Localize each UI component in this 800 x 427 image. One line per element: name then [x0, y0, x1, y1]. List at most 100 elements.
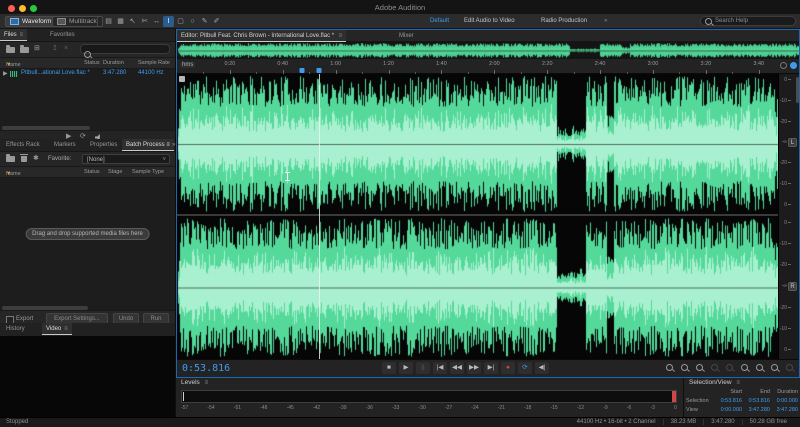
- playhead-line[interactable]: [319, 74, 320, 359]
- amplitude-ruler[interactable]: 0 -10 -20 -∞ -20 -10 0 0 -10 -20 -∞ -20 -10 0 L R: [778, 74, 799, 359]
- clip-indicator[interactable]: [672, 391, 676, 402]
- selview-value[interactable]: 0:00.000: [770, 397, 798, 406]
- wave-area-options-icon[interactable]: [179, 76, 185, 82]
- panel-menu-icon[interactable]: ≡: [339, 33, 343, 39]
- tab-files[interactable]: Files ≡: [0, 29, 28, 41]
- levels-scale: -57 -54 -51 -48 -45 -42 -39 -36 -33 -30 -27 -24 -21-…: [181, 405, 677, 411]
- selview-value[interactable]: 0:53.816: [714, 397, 742, 406]
- selview-value[interactable]: 0:53.816: [742, 397, 770, 406]
- ruler-tick-label: 0:20: [224, 61, 236, 67]
- batch-add-files-icon[interactable]: [6, 154, 15, 162]
- tab-favorites[interactable]: Favorites: [46, 29, 79, 41]
- show-spectral-icon[interactable]: ▦: [115, 16, 126, 27]
- fast-forward-button[interactable]: ▶▶: [467, 362, 481, 374]
- rewind-button[interactable]: ◀◀: [450, 362, 464, 374]
- channel-right-button[interactable]: R: [788, 282, 797, 291]
- lasso-selection-tool-icon[interactable]: ○: [187, 16, 198, 27]
- selview-value[interactable]: 3:47.280: [770, 406, 798, 415]
- levels-scale-label: 0: [674, 405, 677, 411]
- files-search-input[interactable]: [80, 44, 170, 58]
- marker-add-icon[interactable]: [790, 62, 797, 69]
- zoom-out-point-button[interactable]: [756, 364, 763, 371]
- zoom-navigator-icon[interactable]: [780, 62, 787, 69]
- batch-settings-icon[interactable]: ✱: [33, 154, 39, 164]
- selview-value[interactable]: 3:47.280: [742, 406, 770, 415]
- playhead-marker[interactable]: [316, 68, 322, 73]
- slip-tool-icon[interactable]: ↔: [151, 16, 162, 27]
- timeline-ruler[interactable]: 0:20 0:40 1:00 1:20 1:40 2:00 2:20 2:40 3:00 3:20…: [177, 59, 799, 74]
- db-label: 0: [779, 221, 800, 226]
- level-meter[interactable]: [181, 390, 677, 403]
- skip-to-cursor-button[interactable]: ◀|: [535, 362, 549, 374]
- channel-left-waveform[interactable]: [177, 74, 778, 214]
- skip-to-end-button[interactable]: ▶|: [484, 362, 498, 374]
- zoom-selection-button[interactable]: [771, 364, 778, 371]
- zoom-out-button[interactable]: [681, 364, 688, 371]
- batch-column-headers[interactable]: Name ▼ Status Stage Sample Type: [0, 167, 175, 178]
- zoom-in-point-button[interactable]: [741, 364, 748, 371]
- new-item-icon[interactable]: ⊞: [34, 44, 40, 54]
- import-file-icon[interactable]: [20, 45, 29, 53]
- panel-menu-icon[interactable]: ≡: [205, 380, 209, 386]
- zoom-out-vertical-button[interactable]: [726, 364, 733, 371]
- pause-button[interactable]: ||: [416, 362, 430, 374]
- favorite-dropdown[interactable]: [None] ˅: [82, 154, 170, 164]
- workspace-radio-production-button[interactable]: Radio Production: [541, 18, 587, 24]
- loop-playback-button[interactable]: ⟳: [518, 362, 532, 374]
- move-tool-icon[interactable]: ↖: [127, 16, 138, 27]
- close-file-icon[interactable]: ×: [64, 44, 68, 54]
- spot-healing-tool-icon[interactable]: ✐: [211, 16, 222, 27]
- tab-markers[interactable]: Markers: [50, 139, 80, 151]
- time-display[interactable]: 0:53.816: [182, 363, 230, 374]
- ruler-unit-label[interactable]: hms: [180, 62, 196, 68]
- time-selection-tool-icon[interactable]: I: [163, 16, 174, 27]
- tab-batch-process[interactable]: Batch Process ≡: [122, 139, 174, 151]
- zoom-in-button[interactable]: [666, 364, 673, 371]
- waveform-view-button[interactable]: Waveform: [5, 16, 58, 27]
- selection-marker[interactable]: [299, 68, 305, 73]
- channel-left-button[interactable]: L: [788, 138, 797, 147]
- workspace-default-button[interactable]: Default: [430, 18, 449, 24]
- workspace-edit-audio-to-video-button[interactable]: Edit Audio to Video: [464, 18, 515, 24]
- zoom-reset-button[interactable]: [786, 364, 793, 371]
- batch-process-panel: Effects Rack Markers Properties Batch Proce…: [0, 139, 176, 327]
- waveform-display[interactable]: 0 -10 -20 -∞ -20 -10 0 0 -10 -20 -∞ -20 -10 0 L R: [177, 74, 799, 359]
- tab-editor[interactable]: Editor: Pitbull Feat. Chris Brown - Inte…: [177, 30, 347, 42]
- tab-properties[interactable]: Properties: [86, 139, 121, 151]
- tab-effects-rack[interactable]: Effects Rack: [2, 139, 44, 151]
- paintbrush-tool-icon[interactable]: ✎: [199, 16, 210, 27]
- tab-history[interactable]: History: [2, 323, 29, 335]
- zoom-full-button[interactable]: [696, 364, 703, 371]
- tab-mixer[interactable]: Mixer: [399, 30, 414, 42]
- show-waveform-icon[interactable]: ▤: [103, 16, 114, 27]
- stop-button[interactable]: ■: [382, 362, 396, 374]
- main-toolbar: Waveform Multitrack ▤ ▦ ↖ ✄ ↔ I ▢ ○ ✎ ✐ Default E…: [0, 14, 800, 29]
- record-button[interactable]: ●: [501, 362, 515, 374]
- batch-drop-area[interactable]: Drag and drop supported media files here: [0, 178, 175, 306]
- panel-menu-icon[interactable]: ≡: [64, 326, 68, 332]
- panel-menu-icon[interactable]: ≡: [736, 380, 740, 386]
- batch-remove-icon[interactable]: [20, 154, 28, 162]
- tab-video[interactable]: Video ≡: [42, 323, 72, 335]
- panel-menu-icon[interactable]: ≡: [20, 32, 24, 38]
- play-button[interactable]: ▶: [399, 362, 413, 374]
- disclosure-icon[interactable]: ▶: [3, 70, 8, 77]
- search-help-input[interactable]: Search Help: [700, 16, 796, 26]
- skip-to-start-button[interactable]: |◀: [433, 362, 447, 374]
- vertical-zoom-scrollbar[interactable]: [796, 77, 799, 103]
- workspace-overflow-chevron[interactable]: »: [604, 18, 607, 24]
- file-row[interactable]: ▶ Pitbull...ational Love.flac * 3:47.280…: [0, 69, 175, 79]
- levels-scale-label: -18: [524, 405, 532, 411]
- open-file-icon[interactable]: [6, 45, 15, 53]
- marquee-selection-tool-icon[interactable]: ▢: [175, 16, 186, 27]
- selection-view-title: Selection/View: [689, 379, 732, 386]
- channel-right-waveform[interactable]: [177, 216, 778, 359]
- zoom-in-vertical-button[interactable]: [711, 364, 718, 371]
- insert-into-multitrack-icon[interactable]: ↥: [52, 44, 58, 54]
- selview-value[interactable]: 0:00.000: [714, 406, 742, 415]
- multitrack-view-button[interactable]: Multitrack: [52, 16, 103, 27]
- razor-tool-icon[interactable]: ✄: [139, 16, 150, 27]
- export-label: Export: [16, 316, 34, 322]
- overview-strip[interactable]: [177, 42, 799, 60]
- files-column-headers[interactable]: Name ▼ Status Duration Sample Rate: [0, 58, 175, 69]
